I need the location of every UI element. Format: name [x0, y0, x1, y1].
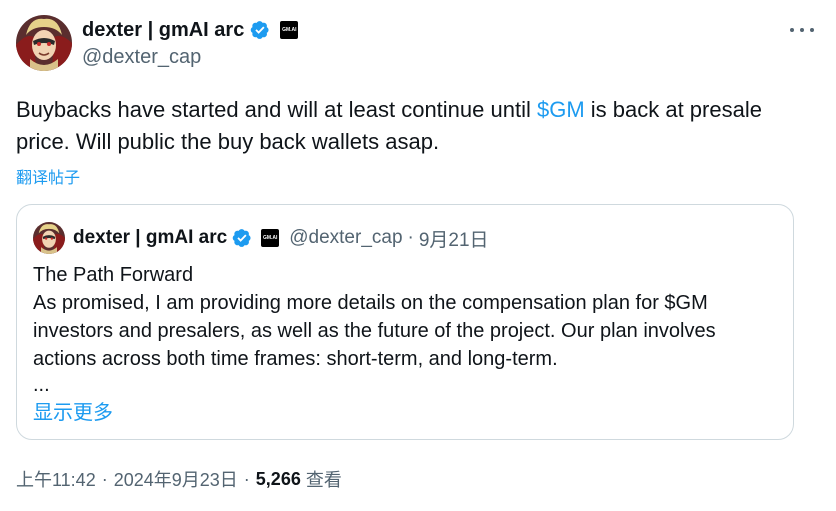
quoted-title: The Path Forward	[33, 264, 194, 286]
quoted-author-avatar	[33, 222, 65, 254]
more-dot-icon	[810, 28, 814, 32]
quoted-handle: @dexter_cap	[289, 227, 403, 248]
show-more-link[interactable]: 显示更多	[33, 399, 113, 427]
author-display-name[interactable]: dexter | gmAI arc	[82, 19, 244, 42]
more-dot-icon	[790, 28, 794, 32]
quoted-affiliate-badge: GM.AI	[261, 229, 280, 247]
views-label: 查看	[305, 470, 342, 490]
tweet-time[interactable]: 上午11:42	[16, 466, 96, 492]
verified-badge-icon	[232, 229, 251, 247]
translate-post-link[interactable]: 翻译帖子	[16, 164, 80, 188]
tweet-meta: 上午11:42 · 2024年9月23日 · 5,266 查看	[16, 466, 342, 492]
quoted-ellipsis: ...	[33, 374, 50, 396]
tweet-date[interactable]: 2024年9月23日	[114, 466, 238, 492]
verified-badge-icon[interactable]	[250, 20, 270, 40]
quoted-header: dexter | gmAI arc GM.AI @dexter_cap · 9月…	[73, 225, 489, 251]
cashtag-link[interactable]: $GM	[537, 97, 585, 122]
more-dot-icon	[800, 28, 804, 32]
quoted-display-name: dexter | gmAI arc	[73, 227, 228, 248]
quoted-date: 9月21日	[418, 229, 489, 251]
quoted-body: As promised, I am providing more details…	[33, 292, 716, 370]
author-handle[interactable]: @dexter_cap	[82, 46, 201, 69]
quoted-tweet-card[interactable]: dexter | gmAI arc GM.AI @dexter_cap · 9月…	[16, 204, 794, 440]
more-options-button[interactable]	[790, 22, 814, 38]
meta-separator: ·	[243, 468, 250, 489]
affiliate-badge[interactable]: GM.AI	[280, 21, 299, 39]
views-count: 5,266	[255, 468, 301, 489]
author-avatar[interactable]	[16, 15, 72, 71]
tweet-text: Buybacks have started and will at least …	[16, 94, 796, 158]
author-name-row: dexter | gmAI arc GM.AI	[82, 17, 299, 43]
tweet-text-part: Buybacks have started and will at least …	[16, 97, 537, 122]
quoted-separator: ·	[407, 227, 414, 248]
meta-separator: ·	[101, 468, 108, 489]
